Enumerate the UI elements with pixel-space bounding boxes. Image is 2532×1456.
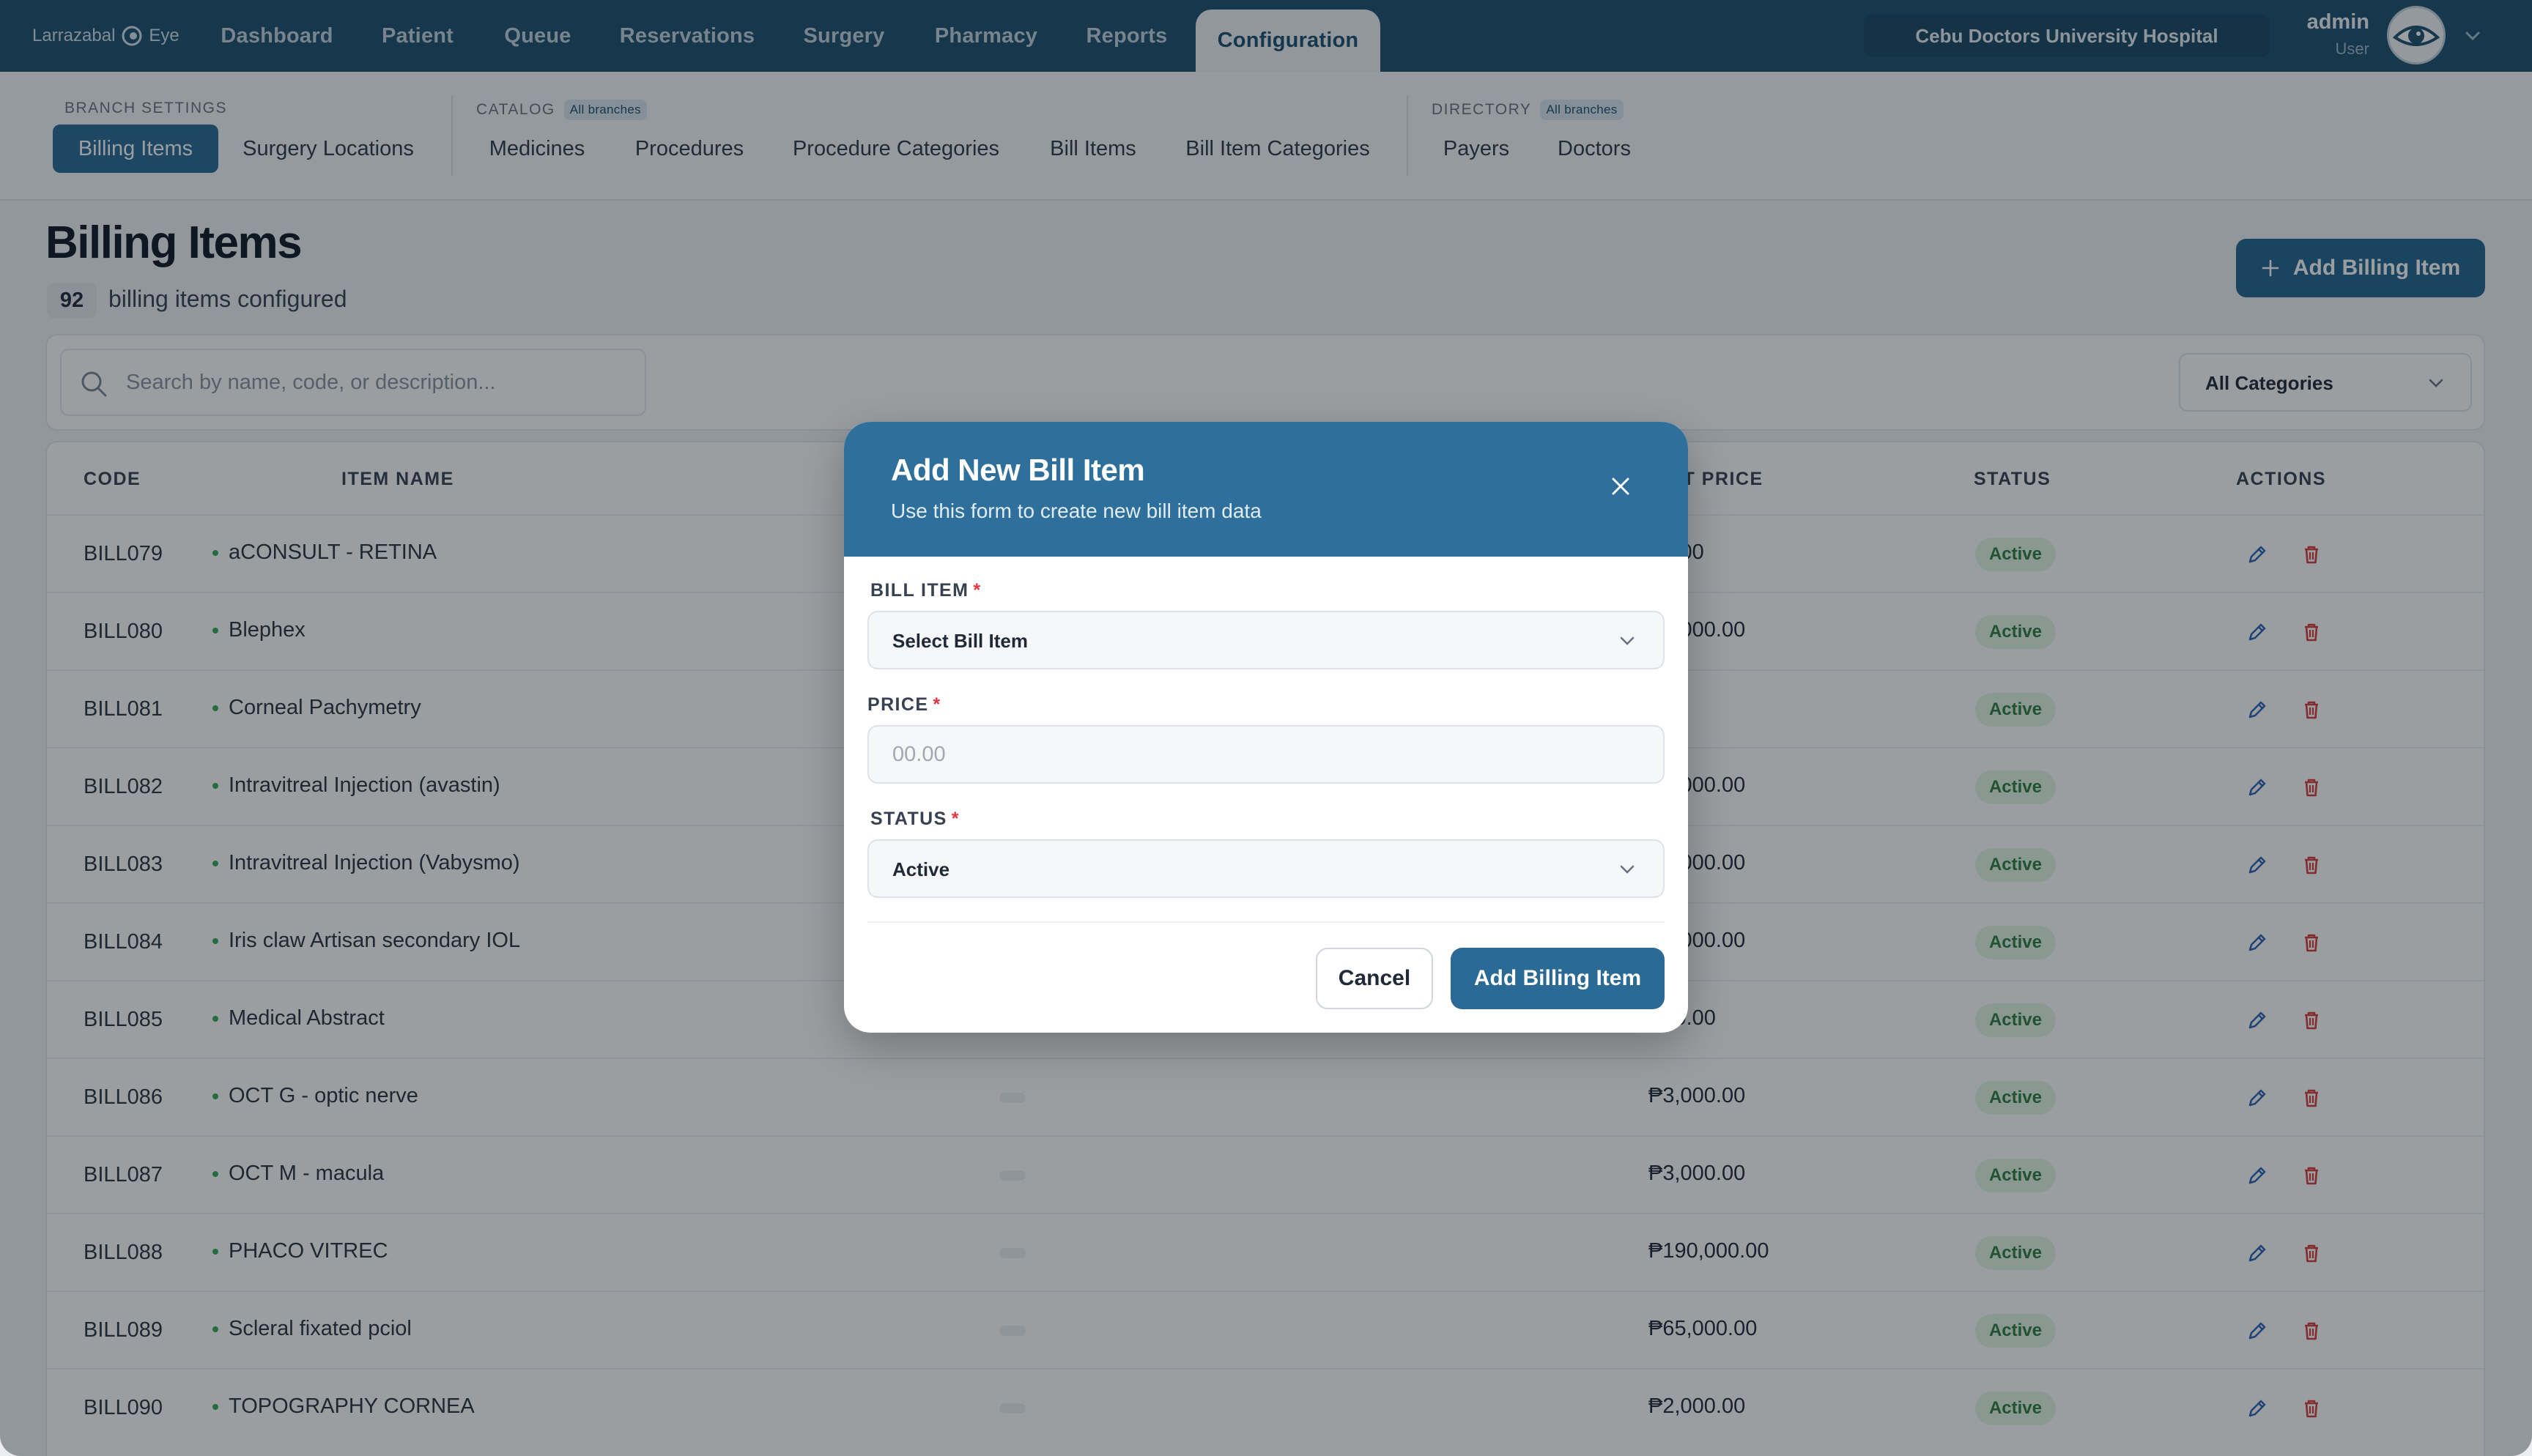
modal-subtitle: Use this form to create new bill item da… — [891, 499, 1262, 522]
price-input[interactable]: 00.00 — [867, 725, 1665, 784]
status-select[interactable]: Active — [867, 839, 1665, 898]
bill-item-select-value: Select Bill Item — [892, 630, 1028, 652]
bill-item-label: BILL ITEM * — [870, 580, 982, 601]
bill-item-select[interactable]: Select Bill Item — [867, 611, 1665, 669]
close-icon[interactable] — [1606, 472, 1635, 501]
add-bill-item-modal: Add New Bill Item Use this form to creat… — [844, 422, 1688, 1033]
modal-title: Add New Bill Item — [891, 453, 1145, 487]
cancel-button[interactable]: Cancel — [1316, 948, 1433, 1009]
status-label: STATUS * — [870, 809, 960, 829]
price-label: PRICE * — [867, 694, 941, 715]
modal-divider — [867, 921, 1665, 923]
chevron-down-icon — [1620, 865, 1635, 874]
modal-header: Add New Bill Item Use this form to creat… — [844, 422, 1688, 557]
submit-add-billing-item-button[interactable]: Add Billing Item — [1451, 948, 1665, 1009]
status-select-value: Active — [892, 858, 950, 880]
app-window: Larrazabal Eye Dashboard Patient Queue R… — [0, 0, 2532, 1456]
chevron-down-icon — [1620, 636, 1635, 645]
price-placeholder: 00.00 — [892, 743, 946, 766]
